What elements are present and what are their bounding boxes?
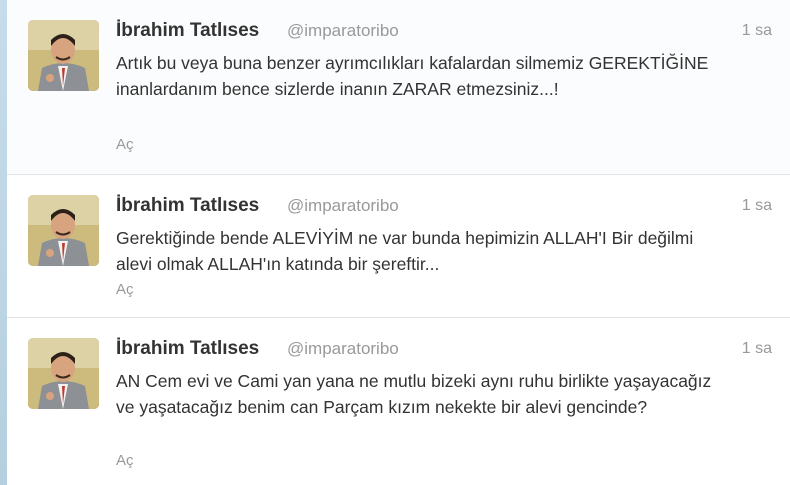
tweet-stream: İbrahim Tatlıses @imparatoribo 1 sa Artı… [7,0,790,485]
tweet-header: İbrahim Tatlıses @imparatoribo 1 sa [116,195,772,221]
expand-link[interactable]: Aç [116,452,134,469]
expand-link[interactable]: Aç [116,281,134,298]
tweet-text: AN Cem evi ve Cami yan yana ne mutlu biz… [116,371,712,417]
username[interactable]: @imparatoribo [287,339,399,359]
tweet-header: İbrahim Tatlıses @imparatoribo 1 sa [116,20,772,46]
username[interactable]: @imparatoribo [287,21,399,41]
avatar[interactable] [28,20,99,91]
timestamp[interactable]: 1 sa [742,197,772,215]
timestamp[interactable]: 1 sa [742,22,772,40]
tweet-item[interactable]: İbrahim Tatlıses @imparatoribo 1 sa Artı… [7,0,790,175]
full-name[interactable]: İbrahim Tatlıses [116,20,259,42]
tweet-text: Artık bu veya buna benzer ayrımcılıkları… [116,53,709,99]
avatar[interactable] [28,338,99,409]
username[interactable]: @imparatoribo [287,196,399,216]
tweet-text: Gerektiğinde bende ALEVİYİM ne var bunda… [116,228,694,274]
expand-link[interactable]: Aç [116,136,134,153]
tweet-header: İbrahim Tatlıses @imparatoribo 1 sa [116,338,772,364]
full-name[interactable]: İbrahim Tatlıses [116,338,259,360]
full-name[interactable]: İbrahim Tatlıses [116,195,259,217]
avatar[interactable] [28,195,99,266]
tweet-item[interactable]: İbrahim Tatlıses @imparatoribo 1 sa AN C… [7,318,790,485]
tweet-item[interactable]: İbrahim Tatlıses @imparatoribo 1 sa Gere… [7,175,790,318]
timestamp[interactable]: 1 sa [742,340,772,358]
left-edge-bar [0,0,7,485]
